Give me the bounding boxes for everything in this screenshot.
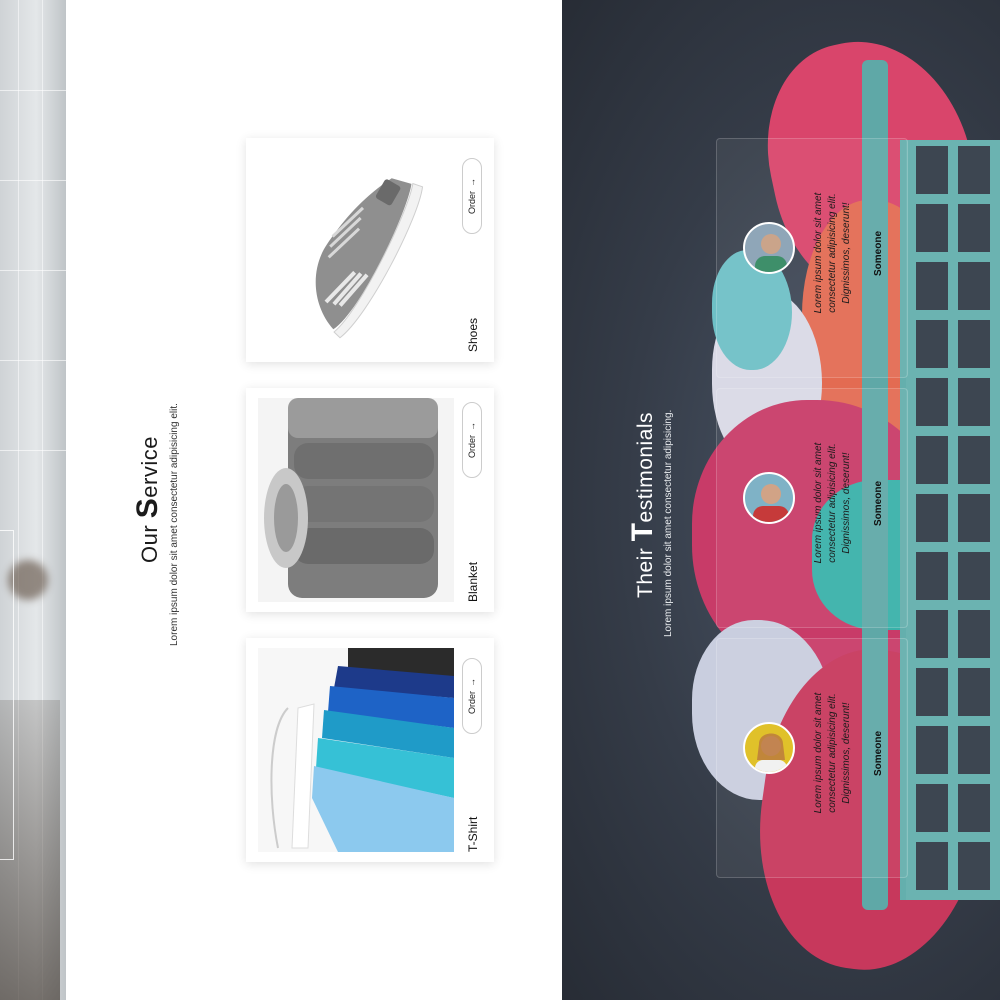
card-label-blanket: Blanket — [466, 561, 480, 602]
order-button-shoes[interactable]: Order → — [462, 158, 482, 234]
left-photo-strip — [0, 0, 66, 1000]
testimonial-name: Someone — [873, 230, 884, 276]
avatar — [743, 722, 795, 774]
folded-blanket-image — [258, 398, 454, 602]
testimonial-name: Someone — [873, 730, 884, 776]
service-title: Our Service — [131, 436, 164, 563]
sneaker-image — [258, 148, 454, 352]
testimonial-name: Someone — [873, 480, 884, 526]
order-label: Order — [467, 191, 477, 215]
order-label: Order — [467, 435, 477, 459]
testimonial-quote: Lorem ipsum dolor sit amet consectetur a… — [813, 692, 852, 814]
testimonial-quote: Lorem ipsum dolor sit amet consectetur a… — [813, 192, 852, 314]
testimonials-title: Their Testimonials — [626, 411, 659, 598]
order-button-blanket[interactable]: Order → — [462, 402, 482, 478]
service-subtitle: Lorem ipsum dolor sit amet consectetur a… — [169, 403, 180, 646]
arrow-right-icon: → — [467, 678, 477, 687]
avatar — [743, 222, 795, 274]
page-stage: Our Service Lorem ipsum dolor sit amet c… — [0, 0, 1000, 1000]
testimonial-quote: Lorem ipsum dolor sit amet consectetur a… — [813, 442, 852, 564]
service-card-shoes — [246, 138, 494, 362]
avatar — [743, 472, 795, 524]
service-card-blanket — [246, 388, 494, 612]
arrow-right-icon: → — [467, 178, 477, 187]
card-label-tshirt: T-Shirt — [466, 816, 480, 852]
service-card-tshirt — [246, 638, 494, 862]
card-label-shoes: Shoes — [466, 317, 480, 352]
arrow-right-icon: → — [467, 422, 477, 431]
order-label: Order — [467, 691, 477, 715]
basket-grid — [900, 140, 1000, 900]
tshirts-on-hangers-image — [258, 648, 454, 852]
order-button-tshirt[interactable]: Order → — [462, 658, 482, 734]
testimonials-subtitle: Lorem ipsum dolor sit amet consectetur a… — [663, 409, 674, 637]
